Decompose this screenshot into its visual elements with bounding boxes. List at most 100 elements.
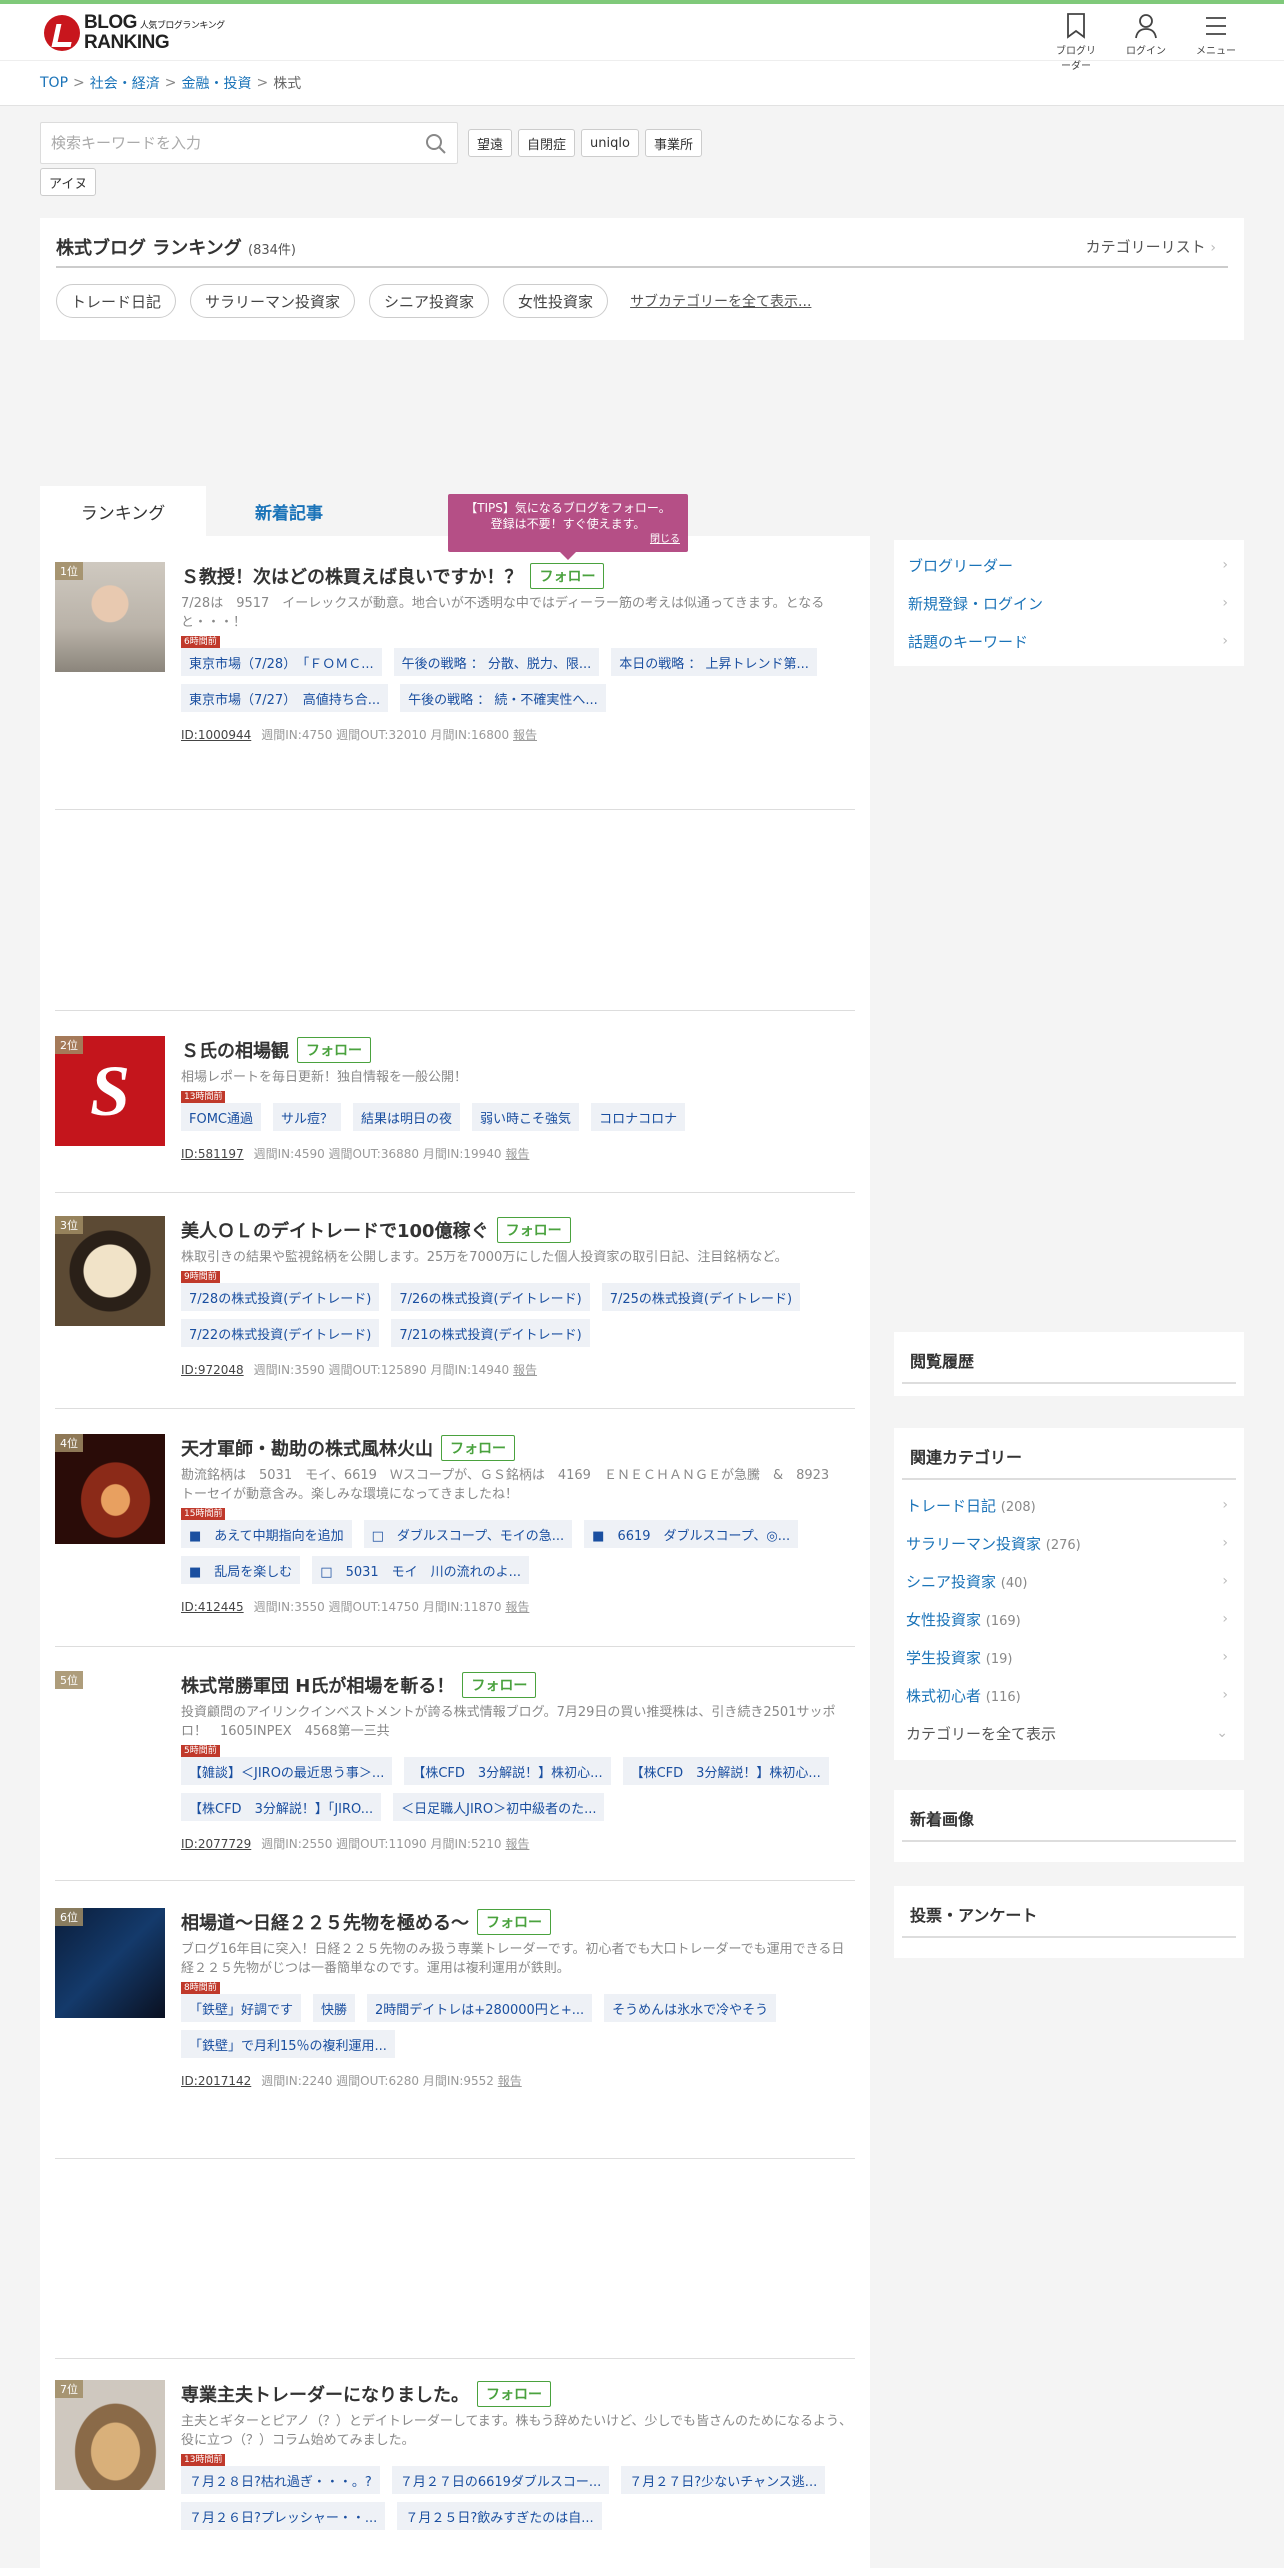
article-link[interactable]: ■ 乱局を楽しむ <box>181 1556 301 1584</box>
keyword-chip[interactable]: 望遠 <box>468 129 513 157</box>
keyword-chip[interactable]: アイヌ <box>40 168 97 196</box>
article-link[interactable]: 本日の戦略 ： 上昇トレンド第... <box>611 648 817 676</box>
article-link[interactable]: 午後の戦略 ： 続・不確実性へ... <box>400 684 606 712</box>
article-link[interactable]: そうめんは氷水で冷やそう <box>604 1994 777 2022</box>
article-link[interactable]: 快勝 <box>313 1994 356 2022</box>
article-link[interactable]: ７月２７日?少ないチャンス逃... <box>621 2466 826 2494</box>
search-input[interactable] <box>41 123 457 163</box>
blog-id-link[interactable]: ID:412445 <box>181 1600 244 1614</box>
report-link[interactable]: 報告 <box>498 2074 522 2088</box>
blog-thumbnail[interactable]: 7位 <box>55 2380 165 2490</box>
category-list-link[interactable]: カテゴリーリスト › <box>1086 236 1216 257</box>
blog-id-link[interactable]: ID:1000944 <box>181 728 251 742</box>
related-category-item[interactable]: シニア投資家 (40) › <box>894 1562 1244 1600</box>
blog-thumbnail[interactable]: 1位 <box>55 562 165 672</box>
article-link[interactable]: 【株CFD 3分解説！】株初心... <box>622 1757 829 1785</box>
article-link[interactable]: コロナコロナ <box>591 1103 686 1131</box>
tips-close-link[interactable]: 閉じる <box>650 532 680 548</box>
article-link[interactable]: 結果は明日の夜 <box>353 1103 461 1131</box>
related-category-item[interactable]: トレード日記 (208) › <box>894 1486 1244 1524</box>
blog-title[interactable]: 天才軍師・勘助の株式風林火山 <box>181 1435 433 1461</box>
article-link[interactable]: 【株CFD 3分解説！】「JIRO... <box>181 1793 382 1821</box>
article-link[interactable]: 【株CFD 3分解説！】株初心... <box>404 1757 611 1785</box>
related-category-item[interactable]: サラリーマン投資家 (276) › <box>894 1524 1244 1562</box>
keyword-chip[interactable]: 自閉症 <box>518 129 576 157</box>
related-category-item[interactable]: 女性投資家 (169) › <box>894 1600 1244 1638</box>
article-link[interactable]: □ 5031 モイ 川の流れのよ... <box>312 1556 530 1584</box>
article-link[interactable]: 【雑談】＜JIROの最近思う事＞... <box>181 1757 393 1785</box>
article-link[interactable]: 7/21の株式投資(デイトレード) <box>391 1319 590 1347</box>
report-link[interactable]: 報告 <box>505 1147 529 1161</box>
search-icon[interactable] <box>425 133 447 155</box>
blog-thumbnail[interactable]: 5位 <box>55 1671 165 1781</box>
article-link[interactable]: ＜日足職人JIRO＞初中級者のた... <box>393 1793 605 1821</box>
related-category-item[interactable]: 学生投資家 (19) › <box>894 1638 1244 1676</box>
follow-button[interactable]: フォロー <box>297 1037 371 1063</box>
article-link[interactable]: ７月２６日?プレッシャー・・... <box>181 2502 386 2530</box>
blog-title[interactable]: Ｓ教授！次はどの株買えば良いですか！？ <box>181 563 522 589</box>
blog-title[interactable]: 相場道〜日経２２５先物を極める〜 <box>181 1909 469 1935</box>
article-link[interactable]: 7/26の株式投資(デイトレード) <box>391 1283 590 1311</box>
blog-thumbnail[interactable]: 4位 <box>55 1434 165 1544</box>
follow-button[interactable]: フォロー <box>530 563 605 589</box>
blog-thumbnail[interactable]: 3位 <box>55 1216 165 1326</box>
sidebar-link-register-login[interactable]: 新規登録・ログイン › <box>894 584 1244 622</box>
subcategory-pill[interactable]: シニア投資家 <box>369 284 490 318</box>
article-link[interactable]: FOMC通過 <box>181 1103 262 1131</box>
subcategory-pill[interactable]: サラリーマン投資家 <box>190 284 356 318</box>
show-all-categories-link[interactable]: カテゴリーを全て表示 ⌄ <box>894 1714 1244 1752</box>
article-link[interactable]: 午後の戦略 ： 分散、脱力、限... <box>393 648 600 676</box>
breadcrumb-finance[interactable]: 金融・投資 <box>181 73 251 93</box>
article-link[interactable]: 東京市場（7/27） 高値持ち合... <box>181 684 389 712</box>
blog-thumbnail[interactable]: 2位 S <box>55 1036 165 1146</box>
follow-button[interactable]: フォロー <box>441 1435 515 1461</box>
breadcrumb-society[interactable]: 社会・経済 <box>90 73 160 93</box>
article-link[interactable]: ■ 6619 ダブルスコープ、◎... <box>584 1520 799 1548</box>
tab-new-articles[interactable]: 新着記事 <box>206 486 372 536</box>
report-link[interactable]: 報告 <box>505 1600 529 1614</box>
blog-title[interactable]: 専業主夫トレーダーになりました。 <box>181 2381 469 2407</box>
article-link[interactable]: 7/22の株式投資(デイトレード) <box>181 1319 380 1347</box>
article-link[interactable]: 7/25の株式投資(デイトレード) <box>601 1283 801 1311</box>
subcategory-more-link[interactable]: サブカテゴリーを全て表示... <box>630 291 811 311</box>
nav-blog-reader[interactable]: ブログリーダー <box>1052 12 1100 72</box>
sidebar-link-trending-keywords[interactable]: 話題のキーワード › <box>894 622 1244 660</box>
blog-id-link[interactable]: ID:2077729 <box>181 1837 251 1851</box>
report-link[interactable]: 報告 <box>505 1837 529 1851</box>
nav-menu[interactable]: メニュー <box>1192 12 1240 72</box>
report-link[interactable]: 報告 <box>513 1363 537 1377</box>
follow-button[interactable]: フォロー <box>496 1217 571 1243</box>
nav-login[interactable]: ログイン <box>1122 12 1170 72</box>
sidebar-link-blog-reader[interactable]: ブログリーダー › <box>894 546 1244 584</box>
follow-button[interactable]: フォロー <box>477 1909 551 1935</box>
article-link[interactable]: 7/28の株式投資(デイトレード) <box>181 1283 380 1311</box>
article-link[interactable]: 「鉄壁」で月利15％の複利運用... <box>181 2030 395 2058</box>
report-link[interactable]: 報告 <box>513 728 537 742</box>
blog-id-link[interactable]: ID:581197 <box>181 1147 244 1161</box>
site-logo[interactable]: BLOG 人気ブログランキング RANKING <box>44 13 225 52</box>
blog-title[interactable]: 美人ＯＬのデイトレードで100億稼ぐ <box>181 1217 489 1243</box>
related-category-item[interactable]: 株式初心者 (116) › <box>894 1676 1244 1714</box>
subcategory-pill[interactable]: トレード日記 <box>56 284 177 318</box>
blog-title[interactable]: 株式常勝軍団 H氏が相場を斬る！ <box>181 1672 454 1698</box>
article-link[interactable]: ７月２７日の6619ダブルスコー... <box>391 2466 610 2494</box>
breadcrumb-top[interactable]: TOP <box>40 75 68 91</box>
follow-button[interactable]: フォロー <box>462 1672 537 1698</box>
keyword-chip[interactable]: 事業所 <box>644 129 702 157</box>
article-link[interactable]: ７月２５日?飲みすぎたのは自... <box>397 2502 602 2530</box>
blog-title[interactable]: Ｓ氏の相場観 <box>181 1037 289 1063</box>
subcategory-pill[interactable]: 女性投資家 <box>503 284 609 318</box>
tab-ranking[interactable]: ランキング <box>40 486 206 536</box>
article-link[interactable]: ■ あえて中期指向を追加 <box>181 1520 352 1548</box>
blog-id-link[interactable]: ID:2017142 <box>181 2074 251 2088</box>
article-link[interactable]: 2時間デイトレは+280000円と+... <box>367 1994 593 2022</box>
keyword-chip[interactable]: uniqlo <box>581 129 639 157</box>
article-link[interactable]: 東京市場（7/28） 「ＦＯＭＣ... <box>181 648 382 676</box>
blog-thumbnail[interactable]: 6位 <box>55 1908 165 2018</box>
article-link[interactable]: ７月２８日?枯れ過ぎ・・・。? <box>181 2466 380 2494</box>
article-link[interactable]: サル痘？ <box>273 1103 342 1131</box>
blog-id-link[interactable]: ID:972048 <box>181 1363 244 1377</box>
article-link[interactable]: □ ダブルスコープ、モイの急... <box>363 1520 573 1548</box>
article-link[interactable]: 弱い時こそ強気 <box>472 1103 580 1131</box>
follow-button[interactable]: フォロー <box>477 2381 551 2407</box>
